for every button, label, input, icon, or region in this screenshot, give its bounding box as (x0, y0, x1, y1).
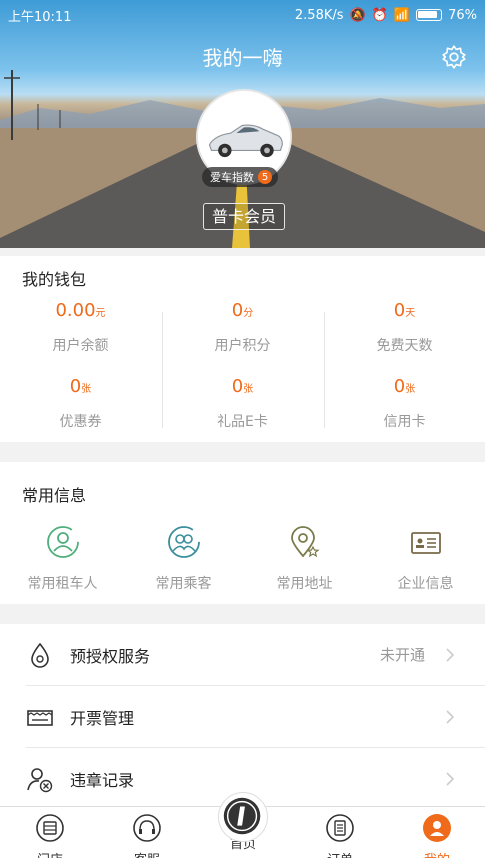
tab-me[interactable]: 我的 (407, 813, 467, 858)
menu-item-label: 开票管理 (70, 708, 135, 728)
car-index-label: 爱车指数 (210, 171, 254, 184)
menu-list: 预授权服务 未开通 开票管理 违章记录 (0, 624, 485, 806)
alarm-icon: ⏰ (371, 7, 388, 23)
wifi-icon: 📶 (393, 7, 411, 23)
mute-icon: 🔕 (349, 7, 366, 23)
preauth-icon (31, 642, 49, 668)
menu-item-label: 预授权服务 (70, 646, 151, 666)
menu-item-preauth[interactable]: 预授权服务 未开通 (26, 624, 485, 686)
wallet-gift-ecard[interactable]: 0张 礼品E卡 (162, 376, 323, 431)
network-speed: 2.58K/s (294, 7, 344, 23)
wallet-label: 礼品E卡 (217, 414, 268, 430)
wallet-value: 0 (393, 376, 406, 397)
common-info-title: 常用信息 (22, 486, 87, 505)
status-bar: 上午10:11 2.58K/s 🔕 ⏰ 📶 76% (0, 0, 485, 30)
wallet-value: 0 (231, 376, 244, 397)
member-level-button[interactable]: 普卡会员 (203, 203, 285, 230)
common-info-label: 常用租车人 (27, 576, 98, 592)
passengers-icon (167, 526, 200, 558)
profile-header: 上午10:11 2.58K/s 🔕 ⏰ 📶 76% 我的一嗨 爱车指数 5 普卡… (0, 0, 485, 248)
wallet-label: 用户积分 (214, 338, 271, 354)
common-company[interactable]: 企业信息 (365, 525, 485, 593)
chevron-right-icon (446, 772, 455, 786)
wallet-label: 用户余额 (52, 338, 109, 354)
common-info-section: 常用信息 常用租车人 常用乘客 常用地址 企业信息 (0, 462, 485, 604)
wallet-section: 我的钱包 0.00元 用户余额 0分 用户积分 0天 免费天数 0张 优惠券 0… (0, 256, 485, 442)
common-address[interactable]: 常用地址 (244, 525, 365, 593)
tab-label: 门店 (20, 849, 80, 858)
wallet-unit: 元 (95, 308, 106, 319)
car-index-badge: 爱车指数 5 (202, 167, 278, 187)
store-icon (36, 814, 64, 842)
menu-item-label: 违章记录 (70, 771, 135, 790)
wallet-unit: 天 (405, 308, 416, 319)
wallet-value: 0 (69, 376, 82, 397)
wallet-unit: 张 (405, 384, 416, 395)
wallet-credit-card[interactable]: 0张 信用卡 (324, 376, 485, 431)
battery-level: 76% (448, 7, 477, 23)
renter-icon (46, 526, 79, 558)
order-icon (326, 814, 354, 842)
common-info-grid: 常用租车人 常用乘客 常用地址 企业信息 (0, 525, 485, 595)
tab-label: 客服 (117, 849, 177, 858)
wallet-label: 免费天数 (376, 338, 433, 354)
common-renter[interactable]: 常用租车人 (2, 525, 123, 593)
wallet-grid: 0.00元 用户余额 0分 用户积分 0天 免费天数 0张 优惠券 0张 礼品E… (0, 300, 485, 432)
status-time: 上午10:11 (8, 9, 72, 25)
chevron-right-icon (446, 647, 455, 662)
wallet-title: 我的钱包 (22, 270, 87, 289)
wallet-free-days[interactable]: 0天 免费天数 (324, 300, 485, 355)
battery-icon (416, 9, 443, 21)
gear-icon[interactable] (441, 44, 467, 70)
headset-icon (133, 814, 161, 842)
home-logo-icon (223, 797, 261, 835)
home-logo-button[interactable] (218, 792, 268, 842)
violation-icon (27, 768, 53, 793)
wallet-points[interactable]: 0分 用户积分 (162, 300, 323, 355)
tab-orders[interactable]: 订单 (310, 813, 370, 858)
wallet-coupons[interactable]: 0张 优惠券 (0, 376, 161, 431)
tab-store[interactable]: 门店 (20, 813, 80, 858)
tab-service[interactable]: 客服 (117, 813, 177, 858)
me-icon (423, 814, 451, 842)
common-passengers[interactable]: 常用乘客 (123, 525, 244, 593)
wallet-unit: 张 (243, 384, 254, 395)
wallet-label: 信用卡 (383, 414, 426, 430)
menu-item-status: 未开通 (379, 646, 425, 664)
chevron-right-icon (446, 709, 455, 724)
wallet-unit: 分 (243, 308, 254, 319)
wallet-value: 0.00 (55, 300, 96, 321)
tab-label: 订单 (310, 849, 370, 858)
wallet-value: 0 (393, 300, 406, 321)
location-icon (290, 526, 320, 558)
car-index-value: 5 (258, 170, 272, 184)
common-info-label: 常用地址 (276, 576, 333, 592)
tab-label: 我的 (407, 849, 467, 858)
common-info-label: 企业信息 (397, 576, 454, 592)
wallet-value: 0 (231, 300, 244, 321)
wallet-balance[interactable]: 0.00元 用户余额 (0, 300, 161, 355)
wallet-unit: 张 (81, 384, 92, 395)
menu-item-invoice[interactable]: 开票管理 (26, 686, 485, 748)
invoice-icon (27, 709, 53, 726)
company-card-icon (410, 532, 441, 554)
common-info-label: 常用乘客 (155, 576, 212, 592)
wallet-label: 优惠券 (59, 414, 102, 430)
page-title: 我的一嗨 (202, 46, 283, 70)
